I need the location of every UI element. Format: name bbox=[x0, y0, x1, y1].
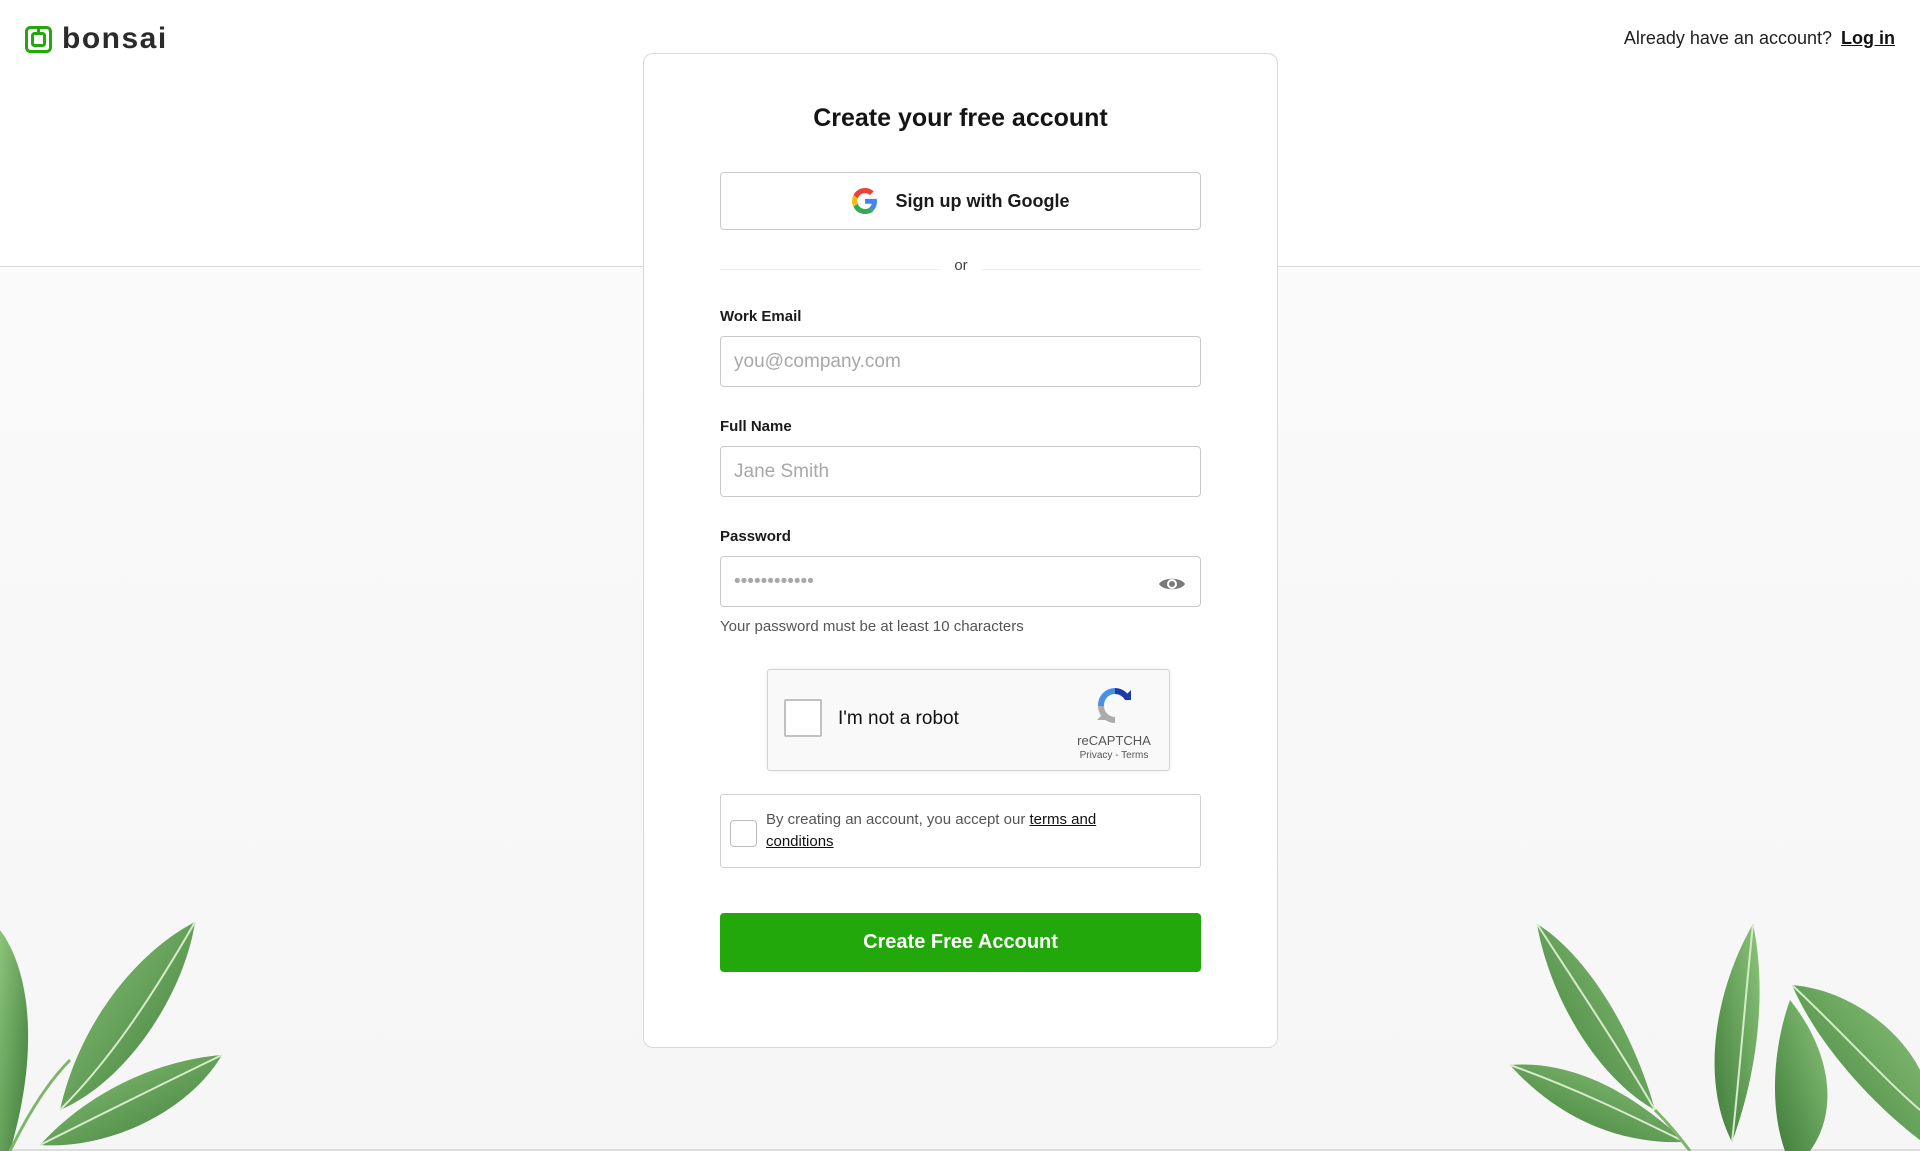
logo-text: bonsai bbox=[62, 22, 168, 55]
recaptcha-terms-link[interactable]: Terms bbox=[1121, 750, 1148, 761]
full-name-field[interactable] bbox=[720, 446, 1201, 497]
email-field[interactable] bbox=[720, 336, 1201, 387]
login-link[interactable]: Log in bbox=[1841, 28, 1895, 49]
login-prompt-text: Already have an account? bbox=[1623, 28, 1833, 48]
terms-checkbox[interactable] bbox=[730, 820, 757, 847]
recaptcha-checkbox[interactable] bbox=[784, 699, 822, 737]
full-name-label: Full Name bbox=[720, 418, 792, 435]
page-title: Create your free account bbox=[813, 104, 1108, 132]
recaptcha-widget: I'm not a robot reCAPTCHA Privacy - Term… bbox=[767, 669, 1170, 771]
leaves-right-decoration bbox=[1509, 923, 1920, 1151]
bonsai-logo-icon bbox=[25, 25, 52, 53]
google-icon bbox=[851, 188, 877, 214]
password-field[interactable] bbox=[720, 556, 1201, 607]
recaptcha-label: I'm not a robot bbox=[838, 708, 959, 729]
email-label: Work Email bbox=[720, 308, 802, 325]
terms-prefix: By creating an account, you accept our bbox=[766, 811, 1030, 828]
or-divider-text: or bbox=[940, 257, 982, 274]
recaptcha-logo-icon bbox=[1097, 688, 1131, 723]
login-prompt: Already have an account? Log in bbox=[1624, 28, 1895, 49]
recaptcha-privacy-link[interactable]: Privacy bbox=[1080, 750, 1113, 761]
recaptcha-brand: reCAPTCHA bbox=[1077, 733, 1151, 748]
google-signup-label: Sign up with Google bbox=[895, 190, 1070, 211]
logo[interactable]: bonsai bbox=[25, 22, 168, 55]
google-signup-button[interactable]: Sign up with Google bbox=[720, 172, 1201, 230]
password-hint: Your password must be at least 10 charac… bbox=[720, 618, 1024, 635]
eye-icon[interactable] bbox=[1158, 574, 1186, 594]
leaves-left-decoration bbox=[0, 921, 223, 1151]
create-account-button[interactable]: Create Free Account bbox=[720, 913, 1201, 972]
signup-card: Create your free account Sign up with Go… bbox=[643, 53, 1278, 1048]
terms-text: By creating an account, you accept our t… bbox=[766, 809, 1166, 853]
recaptcha-links: Privacy - Terms bbox=[1068, 750, 1160, 761]
recaptcha-link-separator: - bbox=[1112, 750, 1122, 761]
terms-box: By creating an account, you accept our t… bbox=[720, 794, 1201, 868]
password-label: Password bbox=[720, 528, 791, 545]
